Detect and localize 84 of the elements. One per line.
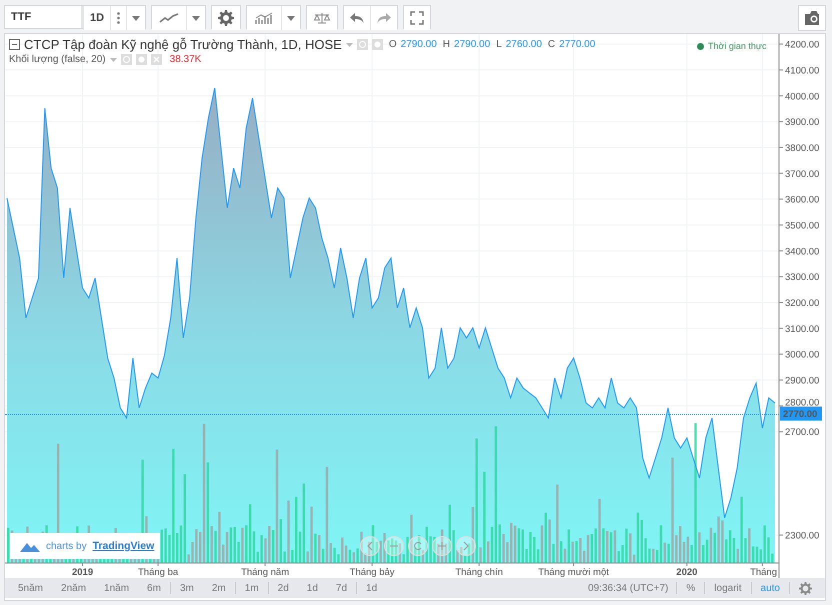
range-button[interactable]: 2m xyxy=(202,579,235,597)
time-axis-label: Tháng mười một xyxy=(538,567,609,578)
price-axis-label: 3100.00 xyxy=(785,324,820,335)
caret-icon xyxy=(287,16,296,20)
volume-value: 38.37K xyxy=(170,54,202,65)
redo-icon xyxy=(377,13,392,23)
scroll-right-icon[interactable] xyxy=(456,536,476,556)
symbol-title: CTCP Tập đoàn Kỹ nghệ gỗ Trường Thành, 1D, HOSE xyxy=(24,37,342,52)
last-price-label: 2770.00 xyxy=(780,406,822,421)
interval-button[interactable]: 1D xyxy=(83,6,110,30)
ohlc-label: L xyxy=(496,39,502,50)
auto-scale-button[interactable]: auto xyxy=(752,579,789,597)
log-scale-button[interactable]: logarit xyxy=(705,579,751,597)
attribution-text: charts by xyxy=(46,540,87,552)
price-axis-label: 3800.00 xyxy=(785,142,820,154)
snapshot-button[interactable] xyxy=(798,5,826,31)
range-button[interactable]: 2năm xyxy=(52,579,96,597)
ohlc-label: C xyxy=(548,39,556,50)
caret-icon xyxy=(192,16,200,20)
zoom-out-icon[interactable] xyxy=(384,536,404,556)
fullscreen-icon xyxy=(410,11,424,25)
ohlc-label: H xyxy=(442,39,450,50)
ohlc-value: 2760.00 xyxy=(506,39,542,50)
interval-dropdown-button[interactable] xyxy=(126,6,146,30)
range-button[interactable]: 1d xyxy=(298,579,327,597)
clock-text: 09:36:34 (UTC+7) xyxy=(587,582,670,594)
undo-icon xyxy=(350,13,364,23)
price-axis-label: 2800.00 xyxy=(785,398,820,409)
caret-icon[interactable] xyxy=(346,42,353,46)
price-axis-label: 3300.00 xyxy=(785,272,820,284)
price-axis-label: 3500.00 xyxy=(785,220,820,232)
range-button[interactable]: 3m xyxy=(170,579,203,597)
realtime-status: Thời gian thực xyxy=(708,41,766,51)
price-axis-label: 2900.00 xyxy=(785,376,820,387)
time-axis-label: Tháng ba xyxy=(138,567,178,578)
price-axis-label: 3000.00 xyxy=(785,350,820,361)
range-button[interactable]: 7d xyxy=(326,579,356,597)
chart-type-dropdown-button[interactable] xyxy=(186,6,206,30)
volume-label: Khối lượng (false, 20) xyxy=(9,54,106,65)
range-button[interactable]: 6m xyxy=(138,579,170,597)
scroll-left-icon[interactable] xyxy=(360,536,380,556)
scales-icon xyxy=(313,12,332,24)
time-axis-label: Tháng năm xyxy=(241,567,290,578)
price-axis-label: 3600.00 xyxy=(785,194,820,206)
range-button[interactable]: 1d xyxy=(357,579,386,597)
caret-icon xyxy=(132,16,140,20)
range-button[interactable]: 2d xyxy=(268,579,298,597)
collapse-icon[interactable] xyxy=(9,39,20,50)
ohlc-value: 2790.00 xyxy=(454,39,490,50)
indicators-icon xyxy=(255,12,274,24)
settings-icon xyxy=(799,582,812,594)
price-axis-label: 4100.00 xyxy=(785,65,820,76)
price-axis-label: 2700.00 xyxy=(785,427,820,438)
range-button[interactable]: 5năm xyxy=(9,579,52,597)
price-axis-label: 3900.00 xyxy=(785,117,820,128)
time-axis-label: 2019 xyxy=(72,567,94,578)
range-button[interactable]: 1m xyxy=(236,579,268,597)
time-axis-label: 2020 xyxy=(676,567,698,578)
time-axis-label: Tháng xyxy=(750,567,777,578)
camera-icon xyxy=(805,11,819,25)
reset-icon[interactable] xyxy=(408,536,428,556)
line-chart-icon xyxy=(159,13,180,23)
caret-icon[interactable] xyxy=(110,58,117,62)
ohlc-label: O xyxy=(388,39,397,50)
price-axis-label: 4200.00 xyxy=(785,40,820,51)
percent-scale-button[interactable]: % xyxy=(677,579,704,597)
price-axis-label: 3200.00 xyxy=(785,298,820,309)
price-axis-label: 3400.00 xyxy=(785,246,820,258)
ohlc-value: 2770.00 xyxy=(559,39,596,50)
time-axis-label: Tháng chín xyxy=(455,567,503,578)
range-button[interactable]: 1năm xyxy=(95,579,138,597)
time-axis-label: Tháng bảy xyxy=(350,567,395,578)
more-button[interactable] xyxy=(110,6,126,30)
settings-icon xyxy=(218,10,234,26)
dots-icon xyxy=(117,12,120,24)
status-dot-icon xyxy=(697,42,704,50)
zoom-in-icon[interactable] xyxy=(432,536,452,556)
price-axis-label: 2300.00 xyxy=(785,530,820,542)
price-axis-label: 4000.00 xyxy=(785,91,820,102)
redo-button[interactable] xyxy=(370,6,398,30)
price-axis-label: 3700.00 xyxy=(785,168,820,180)
ohlc-value: 2790.00 xyxy=(400,39,437,50)
indicators-dropdown-button[interactable] xyxy=(281,6,300,30)
tradingview-link[interactable]: TradingView xyxy=(92,540,154,552)
